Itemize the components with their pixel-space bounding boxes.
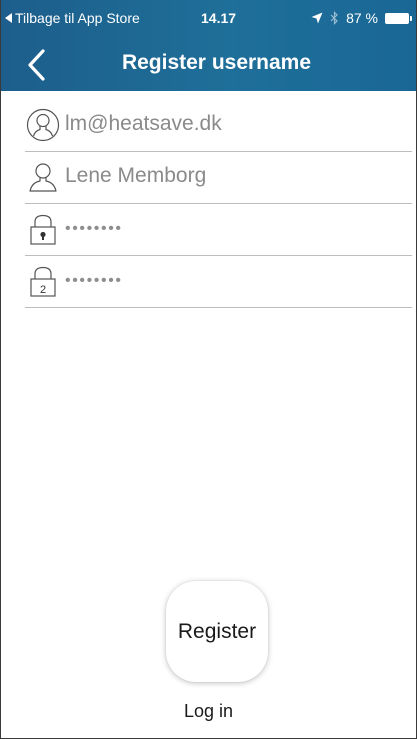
lock-badge: 2 [40, 284, 46, 296]
user-circle-icon [26, 108, 60, 142]
back-to-app-store-label: Tilbage til App Store [15, 10, 140, 26]
battery-percent: 87 % [346, 10, 378, 26]
password-field[interactable]: •••••••• [25, 203, 412, 256]
lock-2-icon: 2 [30, 266, 56, 297]
nav-bar: Register username [1, 40, 416, 91]
user-icon [29, 163, 57, 192]
app-screen: Tilbage til App Store 14.17 87 % Registe… [0, 0, 417, 739]
login-link[interactable]: Log in [1, 701, 416, 722]
email-value: lm@heatsave.dk [65, 112, 222, 135]
register-button[interactable]: Register [166, 581, 268, 682]
battery-icon [385, 12, 412, 24]
bluetooth-icon [330, 11, 338, 25]
status-bar: Tilbage til App Store 14.17 87 % [1, 0, 416, 40]
name-field[interactable]: Lene Memborg [25, 151, 412, 204]
password-repeat-value: •••••••• [65, 272, 123, 289]
back-to-app-store[interactable]: Tilbage til App Store [5, 10, 140, 26]
location-arrow-icon [311, 12, 323, 24]
password-repeat-field[interactable]: 2 •••••••• [25, 255, 412, 308]
status-indicators: 87 % [311, 10, 412, 26]
lock-icon [30, 214, 56, 245]
name-value: Lene Memborg [65, 164, 207, 187]
header: Tilbage til App Store 14.17 87 % Registe… [1, 0, 416, 91]
email-field[interactable]: lm@heatsave.dk [25, 99, 412, 152]
back-triangle-icon [5, 13, 12, 23]
status-time: 14.17 [201, 10, 237, 26]
password-value: •••••••• [65, 220, 123, 237]
page-title: Register username [121, 51, 312, 74]
